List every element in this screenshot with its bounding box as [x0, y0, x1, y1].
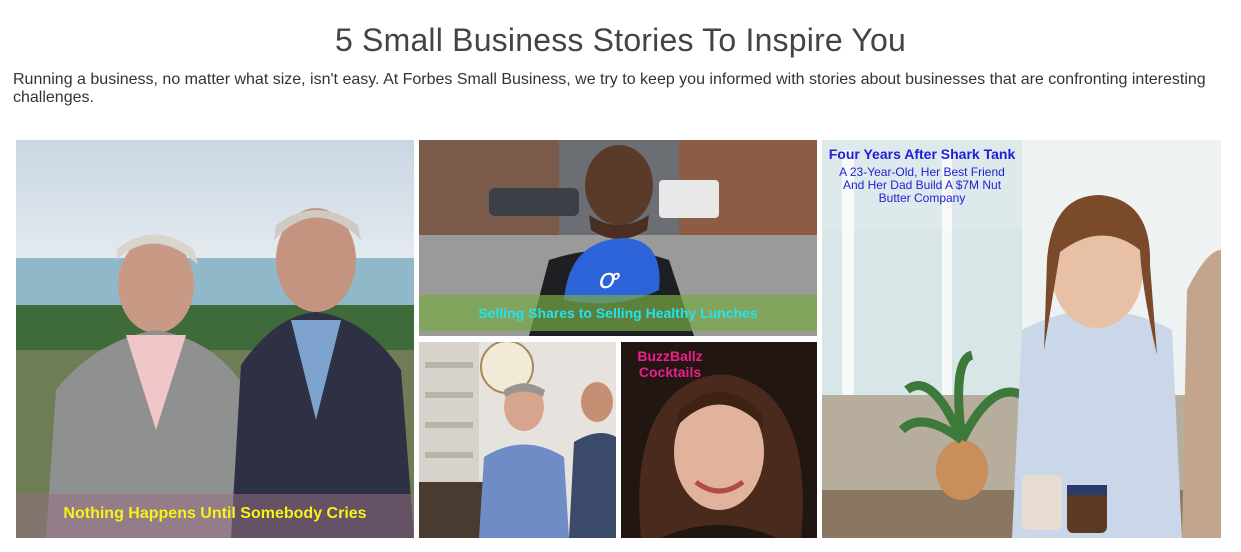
story-card-buzzballz[interactable]: BuzzBallz Cocktails [621, 342, 817, 538]
story-caption-box: Four Years After Shark Tank A 23-Year-Ol… [822, 140, 1022, 230]
story-image-two-men [16, 140, 414, 538]
story-card-healthy-lunches[interactable]: ꝍ Selling Shares to Selling Healthy Lunc… [419, 140, 817, 336]
story-caption: BuzzBallz Cocktails [637, 348, 703, 380]
page-title: 5 Small Business Stories To Inspire You [334, 22, 907, 58]
story-title: Four Years After Shark Tank [828, 146, 1016, 162]
intro-text: Running a business, no matter what size,… [13, 71, 1206, 106]
story-caption: Selling Shares to Selling Healthy Lunche… [419, 295, 817, 331]
story-subtitle: A 23-Year-Old, Her Best Friend And Her D… [839, 165, 1005, 205]
story-image-two-men-kitchen [419, 342, 616, 538]
story-card-kitchen[interactable] [419, 342, 616, 538]
story-card-shark-tank[interactable]: Four Years After Shark Tank A 23-Year-Ol… [822, 140, 1221, 538]
story-card-nothing-happens[interactable]: Nothing Happens Until Somebody Cries [16, 140, 414, 538]
story-caption: Nothing Happens Until Somebody Cries [16, 494, 414, 538]
